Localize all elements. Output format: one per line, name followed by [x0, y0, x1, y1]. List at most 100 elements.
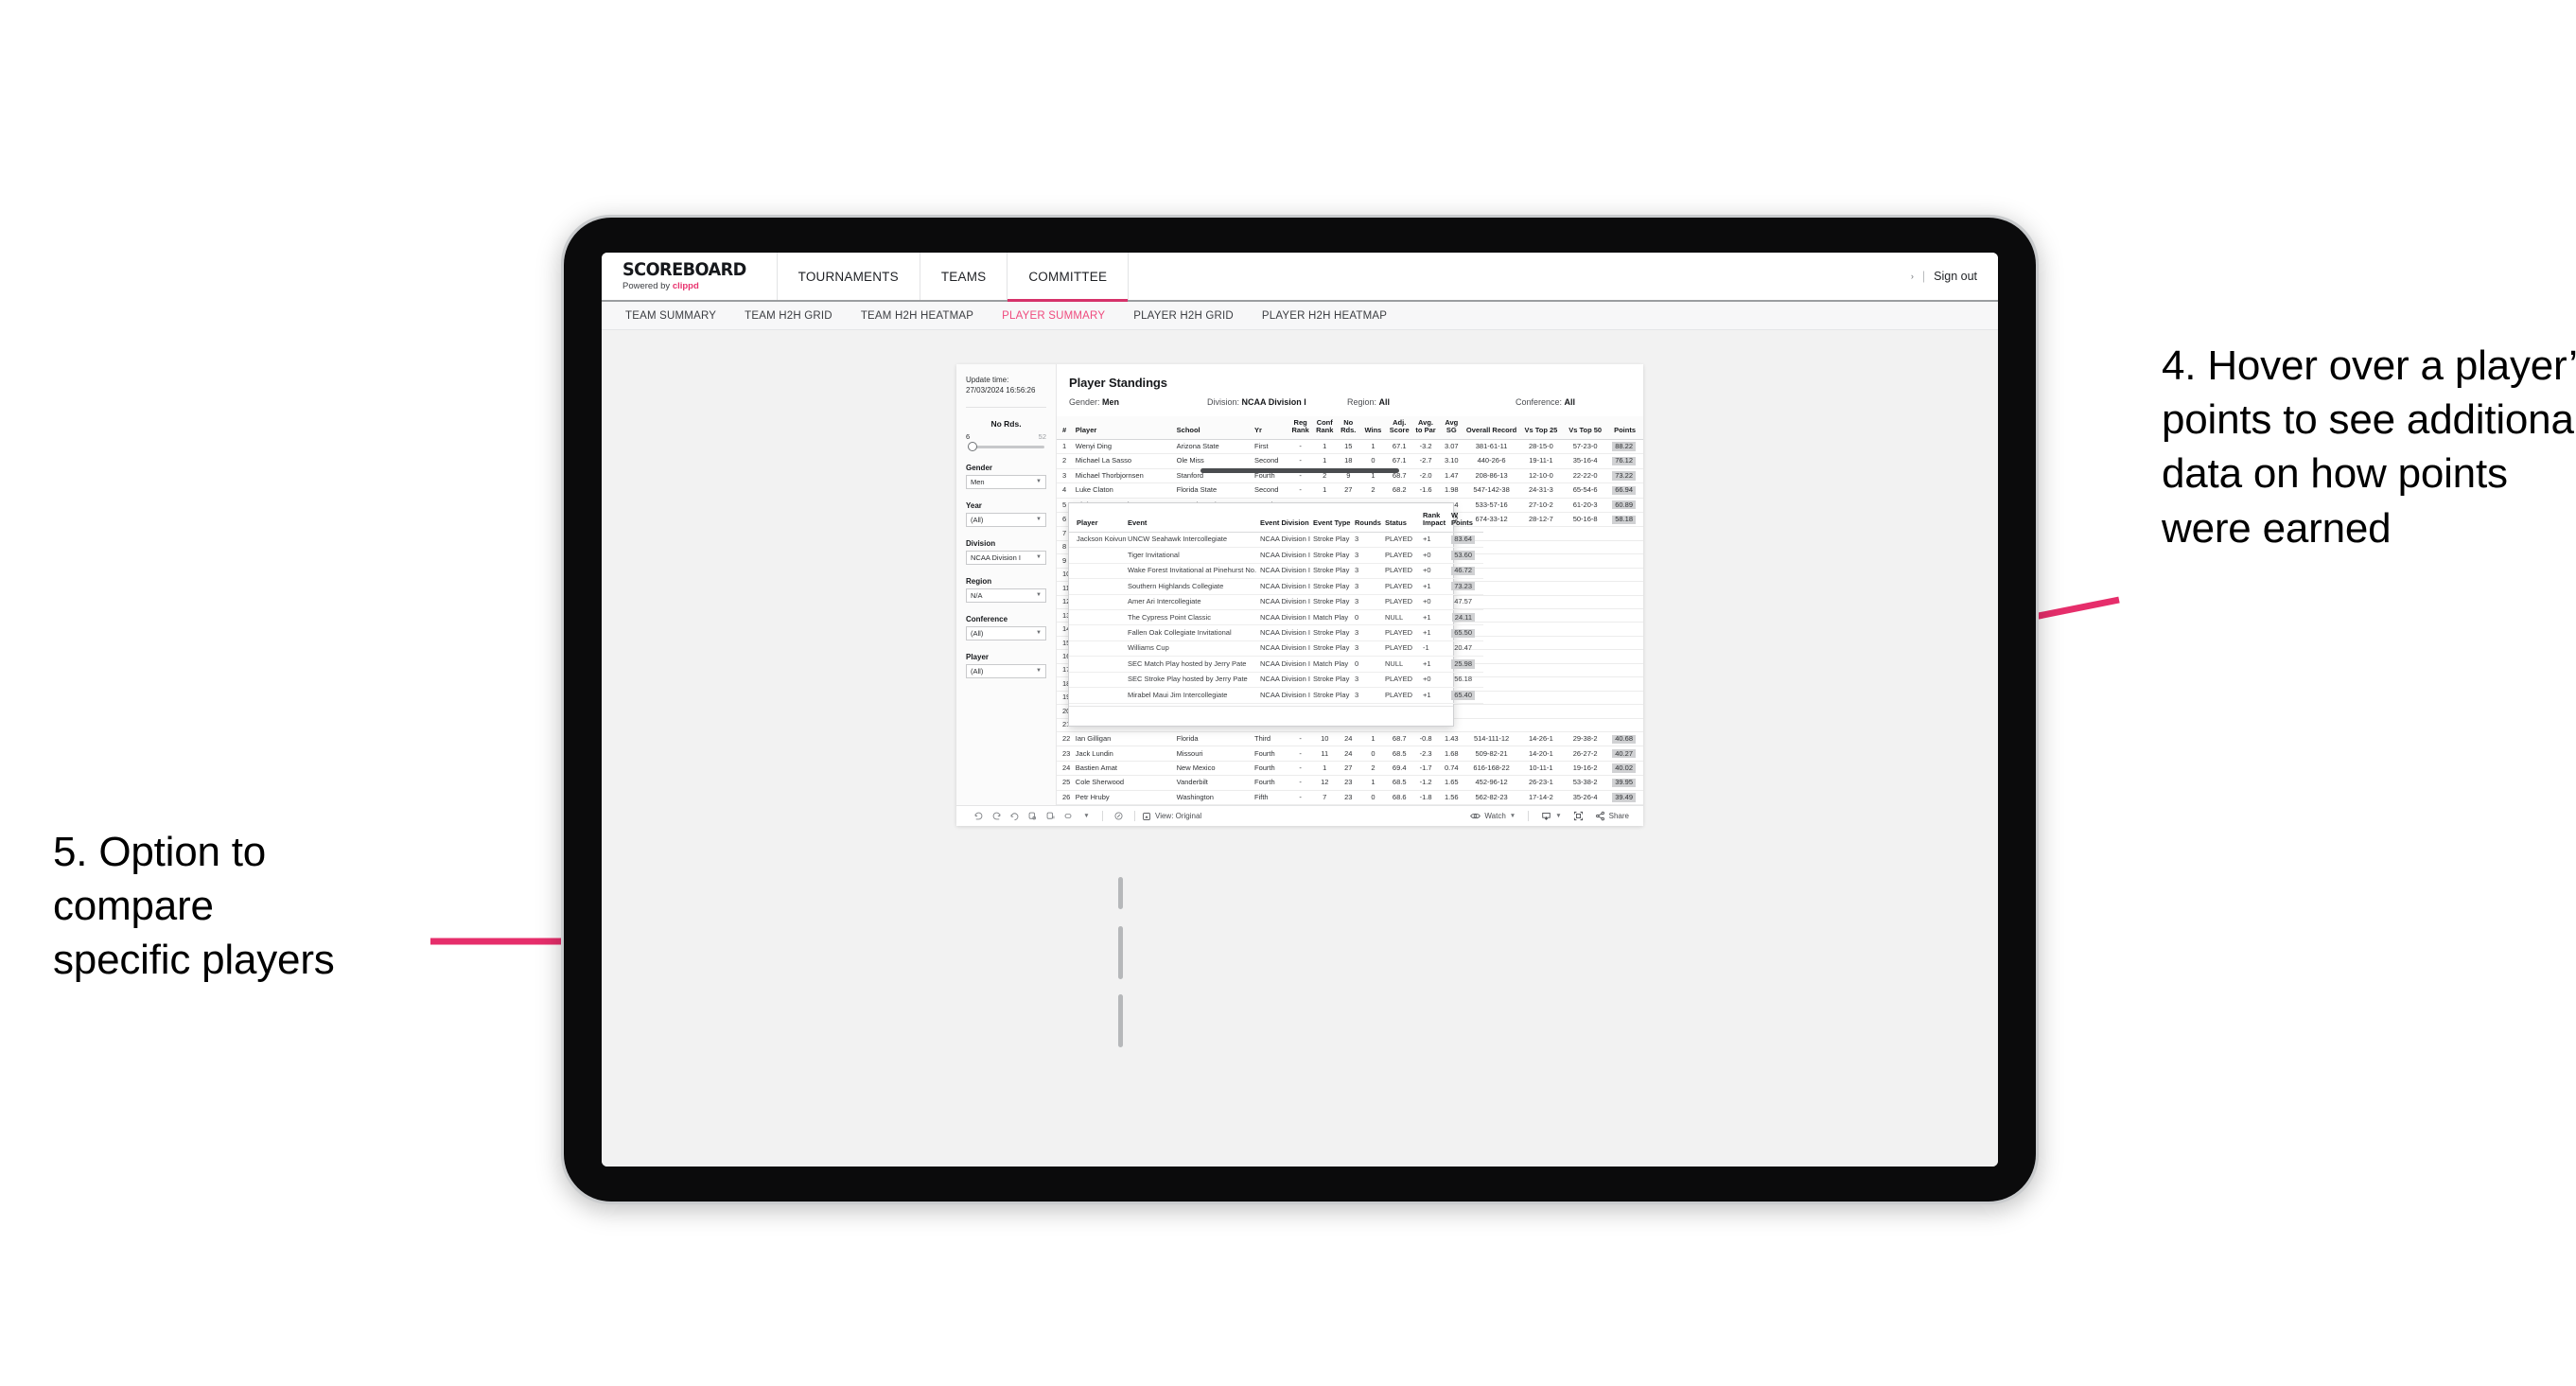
annotation-compare-players: 5. Option to compare specific players — [53, 829, 335, 984]
tip-w-points-value: 65.50 — [1451, 628, 1475, 638]
points-value[interactable]: 73.22 — [1612, 471, 1636, 481]
col-points[interactable]: Points — [1607, 416, 1643, 440]
cell-avg-to-par: -1.8 — [1412, 790, 1439, 806]
sign-out-button[interactable]: Sign out — [1934, 270, 1977, 283]
tab-player-h2h-heatmap[interactable]: PLAYER H2H HEATMAP — [1248, 310, 1401, 322]
tip-col-rounds: Rounds — [1353, 503, 1383, 533]
refresh-icon[interactable] — [1024, 811, 1042, 821]
tip-cell-rounds: 3 — [1353, 532, 1383, 549]
tip-cell-rank-impact: +1 — [1421, 656, 1449, 673]
col-adj-score[interactable]: Adj. Score — [1386, 416, 1413, 440]
table-row[interactable]: 26 Petr Hruby Washington Fifth -7 23 0 68.6 -1.8… — [1057, 790, 1643, 806]
points-value[interactable]: 60.89 — [1612, 500, 1636, 510]
col-school[interactable]: School — [1174, 416, 1253, 440]
chevron-down-icon[interactable]: ▼ — [1078, 813, 1095, 819]
col-player[interactable]: Player — [1073, 416, 1175, 440]
tab-team-h2h-heatmap[interactable]: TEAM H2H HEATMAP — [847, 310, 988, 322]
filter-gender-select[interactable]: Men ▼ — [966, 474, 1046, 489]
slider-handle[interactable] — [968, 442, 977, 452]
watch-button[interactable]: Watch ▼ — [1464, 811, 1521, 821]
col-yr[interactable]: Yr — [1253, 416, 1288, 440]
cell-vs-top-25 — [1518, 568, 1564, 583]
table-row[interactable]: 2 Michael La Sasso Ole Miss Second -1 18 0 67.1… — [1057, 453, 1643, 469]
tip-cell-w-points: 56.18 — [1449, 672, 1483, 689]
points-value[interactable]: 39.49 — [1612, 793, 1636, 802]
tip-cell-status: PLAYED — [1383, 532, 1421, 549]
cell-rank: 4 — [1057, 482, 1074, 499]
cell-player: Wenyi Ding — [1073, 439, 1175, 455]
tip-cell-rank-impact: +1 — [1421, 532, 1449, 549]
cell-avg-to-par: -1.7 — [1412, 761, 1439, 777]
points-value[interactable]: 76.12 — [1612, 457, 1636, 466]
table-row[interactable]: 24 Bastien Amat New Mexico Fourth -1 27 2 69.4-… — [1057, 761, 1643, 777]
points-value[interactable]: 66.94 — [1612, 485, 1636, 495]
cell-avg-sg: 1.98 — [1438, 482, 1464, 499]
undo-icon[interactable] — [970, 811, 988, 821]
redo-icon[interactable] — [988, 811, 1006, 821]
points-value[interactable]: 39.95 — [1612, 779, 1636, 788]
col-rank[interactable]: # — [1057, 416, 1074, 440]
filter-year-select[interactable]: (All) ▼ — [966, 512, 1046, 527]
col-wins[interactable]: Wins — [1359, 416, 1387, 440]
cell-points: 40.68 — [1607, 731, 1643, 747]
col-vs-top-50[interactable]: Vs Top 50 — [1563, 416, 1608, 440]
filter-region-select[interactable]: N/A ▼ — [966, 588, 1046, 603]
toolbar-right: Watch ▼ ▼ Share — [1464, 811, 1635, 822]
nav-item-tournaments[interactable]: TOURNAMENTS — [778, 253, 920, 300]
points-value[interactable]: 40.02 — [1612, 763, 1636, 773]
device-layout-icon[interactable] — [1060, 811, 1078, 821]
tab-player-h2h-grid[interactable]: PLAYER H2H GRID — [1119, 310, 1248, 322]
filter-conference-select[interactable]: (All) ▼ — [966, 625, 1046, 640]
points-value[interactable]: 88.22 — [1612, 442, 1636, 451]
meta-region-label: Region: — [1347, 397, 1377, 407]
tab-player-summary[interactable]: PLAYER SUMMARY — [988, 310, 1119, 322]
share-button[interactable]: Share — [1589, 811, 1635, 821]
table-row[interactable]: 23 Jack Lundin Missouri Fourth -11 24 0 68.5 -2.… — [1057, 746, 1643, 762]
cell-reg-rank: - — [1288, 761, 1313, 777]
filter-no-rounds[interactable]: No Rds. 6 52 — [966, 419, 1046, 452]
table-row[interactable]: 4 Luke Claton Florida State Second -1 27 2 68.2… — [1057, 482, 1643, 499]
pause-icon[interactable] — [1042, 811, 1060, 821]
alerts-icon[interactable] — [1110, 811, 1128, 821]
nav-item-committee[interactable]: COMMITTEE — [1008, 253, 1130, 302]
col-reg-rank[interactable]: Reg Rank — [1288, 416, 1313, 440]
table-row[interactable]: 22 Ian Gilligan Florida Third -10 24 1 68.7 -0.8… — [1057, 731, 1643, 747]
col-avg-to-par[interactable]: Avg. to Par — [1412, 416, 1439, 440]
table-row[interactable]: 25 Cole Sherwood Vanderbilt Fourth -12 23 1 68.… — [1057, 775, 1643, 791]
tip-w-points-value: 53.60 — [1451, 551, 1475, 560]
tip-cell-status: PLAYED — [1383, 672, 1421, 689]
tip-cell-player — [1069, 594, 1126, 610]
cell-rank: 24 — [1057, 761, 1074, 777]
points-value[interactable]: 40.27 — [1612, 749, 1636, 759]
nav-item-teams[interactable]: TEAMS — [920, 253, 1008, 300]
brand-logo[interactable]: SCOREBOARD Powered by clippd — [602, 253, 778, 300]
filter-player-select[interactable]: (All) ▼ — [966, 663, 1046, 678]
col-overall-record[interactable]: Overall Record — [1463, 416, 1519, 440]
cell-points — [1607, 553, 1643, 569]
cell-points: 66.94 — [1607, 482, 1643, 499]
tab-team-h2h-grid[interactable]: TEAM H2H GRID — [730, 310, 847, 322]
table-row[interactable]: 1 Wenyi Ding Arizona State First -1 15 1 67.1 -3… — [1057, 439, 1643, 455]
col-no-rds[interactable]: No Rds. — [1337, 416, 1360, 440]
cell-vs-top-50 — [1563, 691, 1608, 706]
points-value[interactable]: 58.18 — [1612, 515, 1636, 524]
revert-icon[interactable] — [1006, 811, 1024, 821]
download-button[interactable]: ▼ — [1535, 811, 1567, 821]
cell-vs-top-50: 53-38-2 — [1563, 775, 1608, 791]
filter-division-select[interactable]: NCAA Division I ▼ — [966, 550, 1046, 565]
view-original-button[interactable]: View: Original — [1142, 812, 1201, 821]
tip-cell-w-points: 65.50 — [1449, 624, 1483, 641]
fullscreen-button[interactable] — [1568, 811, 1589, 821]
tab-team-summary[interactable]: TEAM SUMMARY — [611, 310, 730, 322]
slider-track[interactable] — [968, 442, 1044, 452]
cell-vs-top-25: 19-11-1 — [1518, 453, 1564, 469]
update-time-value: 27/03/2024 16:56:26 — [966, 386, 1036, 395]
col-avg-sg[interactable]: Avg SG — [1438, 416, 1464, 440]
chevron-right-icon[interactable]: › — [1911, 272, 1914, 281]
points-value[interactable]: 40.68 — [1612, 734, 1636, 744]
col-vs-top-25[interactable]: Vs Top 25 — [1518, 416, 1564, 440]
cell-avg-to-par: -1.6 — [1412, 482, 1439, 499]
meta-gender-value: Men — [1102, 397, 1120, 407]
col-conf-rank[interactable]: Conf Rank — [1312, 416, 1338, 440]
cell-rank: 26 — [1057, 790, 1074, 806]
